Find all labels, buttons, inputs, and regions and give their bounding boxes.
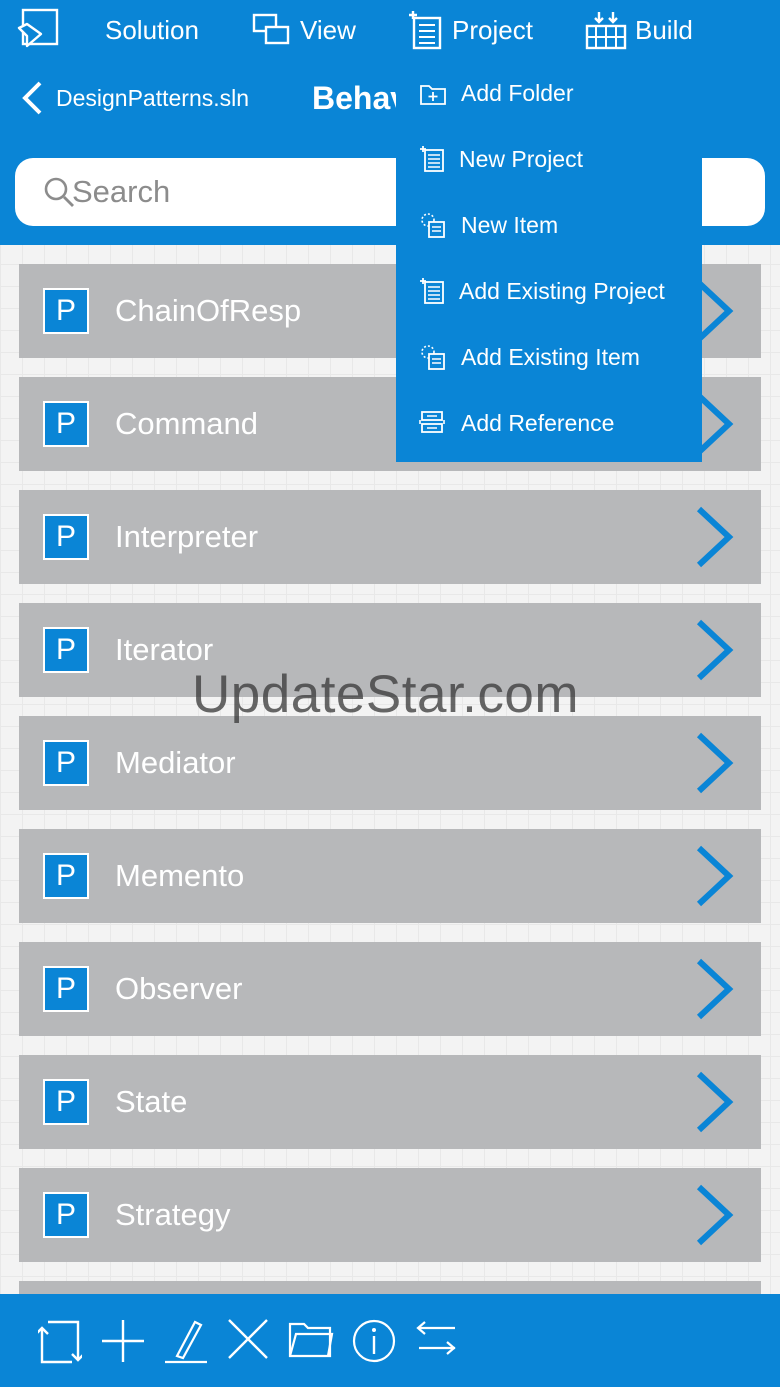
chevron-right-icon[interactable] bbox=[693, 505, 735, 569]
project-row-mediator[interactable]: P Mediator bbox=[19, 716, 761, 810]
menu-item-new-item[interactable]: New Item bbox=[396, 192, 702, 258]
menu-bar: Solution View Project Build bbox=[0, 0, 780, 60]
rotate-icon[interactable] bbox=[38, 1318, 82, 1366]
visual-studio-app-icon[interactable] bbox=[17, 8, 59, 53]
new-item-icon bbox=[421, 213, 445, 238]
project-name: Strategy bbox=[115, 1197, 231, 1232]
folder-icon[interactable] bbox=[288, 1318, 334, 1360]
edit-pencil-icon[interactable] bbox=[163, 1318, 209, 1364]
existing-project-icon bbox=[420, 278, 444, 304]
menu-solution-label: Solution bbox=[105, 14, 199, 45]
chevron-right-icon[interactable] bbox=[693, 731, 735, 795]
swap-icon[interactable] bbox=[413, 1318, 459, 1360]
new-project-icon bbox=[420, 146, 444, 172]
chevron-right-icon[interactable] bbox=[693, 1070, 735, 1134]
project-row-strategy[interactable]: P Strategy bbox=[19, 1168, 761, 1262]
project-badge: P bbox=[43, 514, 89, 560]
project-badge: P bbox=[43, 288, 89, 334]
project-dropdown-menu: Add Folder New Project New Item Add Exis… bbox=[396, 60, 702, 462]
project-row-observer[interactable]: P Observer bbox=[19, 942, 761, 1036]
project-name: Mediator bbox=[115, 745, 236, 780]
project-row-partial[interactable] bbox=[19, 1281, 761, 1294]
menu-view-label: View bbox=[300, 14, 356, 45]
menu-item-label: Add Folder bbox=[461, 79, 574, 106]
menu-item-label: Add Existing Item bbox=[461, 343, 640, 370]
project-badge: P bbox=[43, 627, 89, 673]
menu-item-label: Add Reference bbox=[461, 409, 615, 436]
add-folder-icon bbox=[420, 85, 446, 105]
project-badge: P bbox=[43, 740, 89, 786]
page-title: Behav bbox=[312, 80, 409, 116]
menu-item-label: New Project bbox=[459, 145, 583, 172]
menu-item-add-reference[interactable]: Add Reference bbox=[396, 390, 702, 456]
project-name: Memento bbox=[115, 858, 245, 893]
project-name: Interpreter bbox=[115, 519, 259, 554]
project-name: Iterator bbox=[115, 632, 214, 667]
menu-item-new-project[interactable]: New Project bbox=[396, 126, 702, 192]
project-name: Command bbox=[115, 406, 258, 441]
menu-build-label: Build bbox=[635, 14, 693, 45]
project-badge: P bbox=[43, 401, 89, 447]
back-button[interactable]: DesignPatterns.sln bbox=[20, 80, 249, 116]
project-name: Observer bbox=[115, 971, 243, 1006]
chevron-left-icon bbox=[22, 81, 42, 115]
bottom-toolbar bbox=[0, 1294, 780, 1387]
view-windows-icon bbox=[252, 13, 290, 45]
add-icon[interactable] bbox=[100, 1318, 146, 1364]
search-icon bbox=[44, 177, 74, 207]
project-row-memento[interactable]: P Memento bbox=[19, 829, 761, 923]
project-badge: P bbox=[43, 853, 89, 899]
project-name: ChainOfResp bbox=[115, 293, 302, 328]
menu-solution[interactable]: Solution bbox=[105, 8, 199, 52]
project-name: State bbox=[115, 1084, 188, 1119]
project-badge: P bbox=[43, 1192, 89, 1238]
search-placeholder: Search bbox=[72, 174, 171, 209]
menu-project[interactable]: Project bbox=[406, 8, 533, 52]
project-row-state[interactable]: P State bbox=[19, 1055, 761, 1149]
menu-item-add-existing-project[interactable]: Add Existing Project bbox=[396, 258, 702, 324]
chevron-right-icon[interactable] bbox=[693, 844, 735, 908]
menu-item-label: Add Existing Project bbox=[459, 277, 665, 304]
project-row-interpreter[interactable]: P Interpreter bbox=[19, 490, 761, 584]
reference-icon bbox=[419, 411, 445, 433]
back-label: DesignPatterns.sln bbox=[56, 84, 250, 111]
chevron-right-icon[interactable] bbox=[693, 957, 735, 1021]
build-grid-icon bbox=[585, 12, 627, 50]
menu-project-label: Project bbox=[452, 14, 533, 45]
info-icon[interactable] bbox=[351, 1318, 397, 1364]
chevron-right-icon[interactable] bbox=[693, 618, 735, 682]
menu-item-add-folder[interactable]: Add Folder bbox=[396, 60, 702, 126]
delete-x-icon[interactable] bbox=[227, 1318, 269, 1360]
existing-item-icon bbox=[421, 345, 445, 370]
chevron-right-icon[interactable] bbox=[693, 1183, 735, 1247]
menu-item-label: New Item bbox=[461, 211, 559, 238]
menu-view[interactable]: View bbox=[252, 8, 356, 52]
menu-item-add-existing-item[interactable]: Add Existing Item bbox=[396, 324, 702, 390]
project-badge: P bbox=[43, 966, 89, 1012]
project-badge: P bbox=[43, 1079, 89, 1125]
menu-build[interactable]: Build bbox=[585, 8, 693, 52]
watermark: UpdateStar.com bbox=[192, 665, 580, 724]
project-document-icon bbox=[409, 11, 442, 50]
